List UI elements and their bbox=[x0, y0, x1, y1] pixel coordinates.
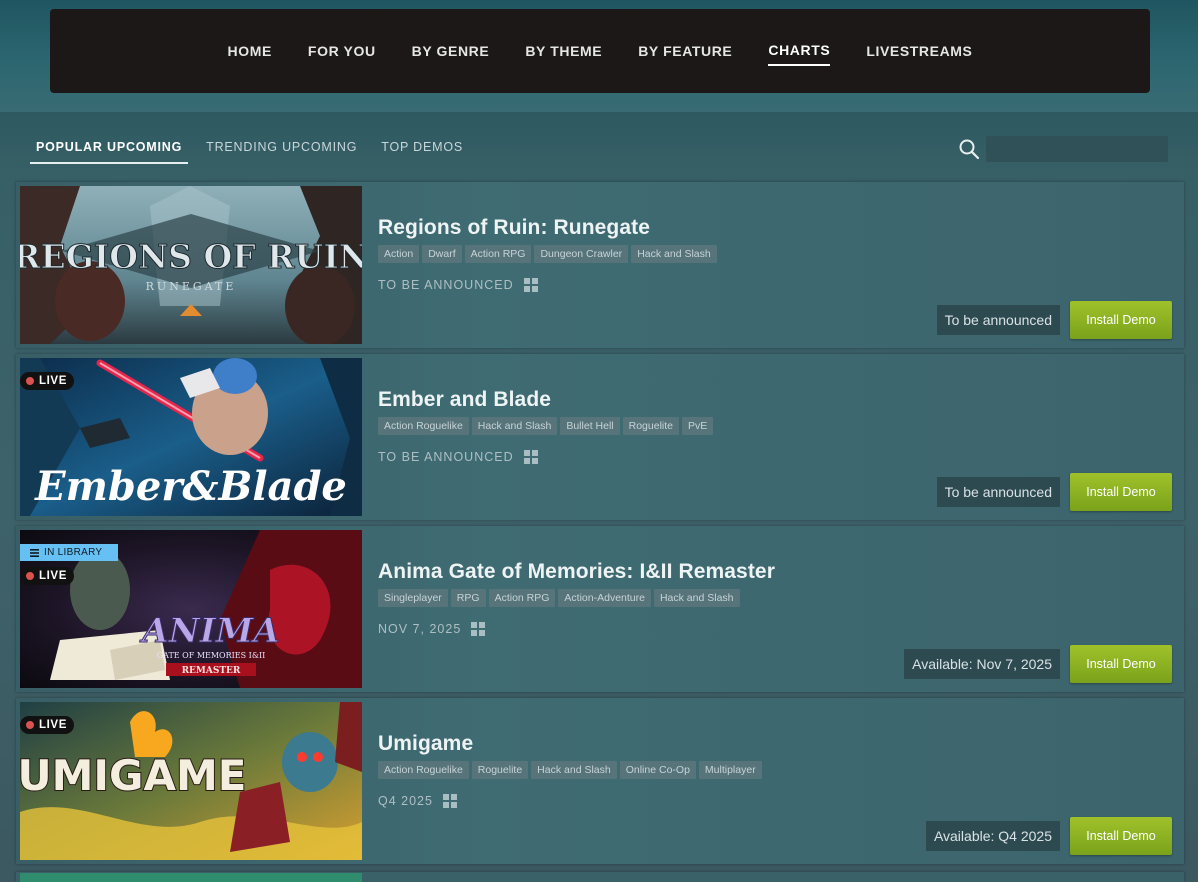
game-logo-text: ANIMA bbox=[139, 611, 279, 651]
release-date: TO BE ANNOUNCED bbox=[378, 450, 538, 464]
release-date-text: TO BE ANNOUNCED bbox=[378, 278, 514, 292]
install-demo-button[interactable]: Install Demo bbox=[1070, 301, 1172, 339]
release-date: TO BE ANNOUNCED bbox=[378, 278, 538, 292]
in-library-badge: IN LIBRARY bbox=[20, 544, 118, 561]
game-capsule-image[interactable] bbox=[20, 873, 362, 882]
release-status: To be announced bbox=[936, 305, 1060, 335]
tag[interactable]: Roguelite bbox=[471, 761, 529, 779]
live-dot-icon bbox=[26, 721, 34, 729]
tag[interactable]: RPG bbox=[450, 589, 486, 607]
tag[interactable]: Hack and Slash bbox=[471, 417, 558, 435]
tag[interactable]: Roguelite bbox=[622, 417, 679, 435]
game-logo-subtext: GATE OF MEMORIES I&II bbox=[157, 651, 266, 660]
game-title[interactable]: Umigame bbox=[378, 732, 473, 756]
game-logo-text: UMIGAME bbox=[20, 751, 247, 800]
nav-charts[interactable]: CHARTS bbox=[768, 42, 831, 66]
game-row[interactable]: UMIGAME LIVE Umigame Action Roguelike Ro… bbox=[16, 698, 1184, 864]
game-row[interactable]: Ember&Blade LIVE Ember and Blade Action … bbox=[16, 354, 1184, 520]
tag-list: Action Dwarf Action RPG Dungeon Crawler … bbox=[378, 245, 717, 263]
windows-icon bbox=[523, 450, 538, 464]
tag[interactable]: Dungeon Crawler bbox=[534, 245, 629, 263]
game-capsule-image[interactable]: Ember&Blade LIVE bbox=[20, 358, 362, 516]
live-label: LIVE bbox=[39, 719, 67, 731]
release-status: To be announced bbox=[936, 477, 1060, 507]
tag-list: Action Roguelike Roguelite Hack and Slas… bbox=[378, 761, 762, 779]
tag[interactable]: Hack and Slash bbox=[531, 761, 617, 779]
game-row[interactable]: ANIMA GATE OF MEMORIES I&II REMASTER IN … bbox=[16, 526, 1184, 692]
game-logo-subtext: RUNEGATE bbox=[146, 280, 237, 293]
tag[interactable]: Bullet Hell bbox=[560, 417, 620, 435]
game-logo-subtext2: REMASTER bbox=[182, 666, 241, 676]
game-title[interactable]: Ember and Blade bbox=[378, 388, 551, 412]
release-status: Available: Q4 2025 bbox=[925, 821, 1060, 851]
tab-popular-upcoming[interactable]: POPULAR UPCOMING bbox=[30, 138, 189, 164]
nav-livestreams[interactable]: LIVESTREAMS bbox=[866, 43, 972, 65]
live-label: LIVE bbox=[39, 570, 67, 582]
tag[interactable]: Singleplayer bbox=[378, 589, 448, 607]
windows-icon bbox=[442, 794, 457, 808]
library-icon bbox=[30, 548, 39, 557]
windows-icon bbox=[471, 622, 486, 636]
game-logo-text: Ember&Blade bbox=[34, 463, 347, 510]
release-date-text: Q4 2025 bbox=[378, 794, 433, 808]
tab-top-demos[interactable]: TOP DEMOS bbox=[375, 138, 469, 164]
live-badge[interactable]: LIVE bbox=[20, 372, 74, 390]
tag[interactable]: Online Co-Op bbox=[619, 761, 696, 779]
game-title[interactable]: Anima Gate of Memories: I&II Remaster bbox=[378, 560, 775, 584]
nav-by-feature[interactable]: BY FEATURE bbox=[638, 43, 732, 65]
tag[interactable]: Dwarf bbox=[422, 245, 462, 263]
game-row-partial[interactable] bbox=[16, 872, 1184, 882]
game-row[interactable]: REGIONS OF RUIN RUNEGATE Regions of Ruin… bbox=[16, 182, 1184, 348]
install-demo-button[interactable]: Install Demo bbox=[1070, 817, 1172, 855]
release-date: Q4 2025 bbox=[378, 794, 457, 808]
tag[interactable]: Action Roguelike bbox=[378, 417, 469, 435]
nav-home[interactable]: HOME bbox=[228, 43, 272, 65]
nav-for-you[interactable]: FOR YOU bbox=[308, 43, 376, 65]
game-logo-text: REGIONS OF RUIN bbox=[20, 237, 362, 276]
release-date-text: NOV 7, 2025 bbox=[378, 622, 462, 636]
tab-trending-upcoming[interactable]: TRENDING UPCOMING bbox=[200, 138, 363, 164]
tag-list: Singleplayer RPG Action RPG Action-Adven… bbox=[378, 589, 740, 607]
tag[interactable]: Action RPG bbox=[488, 589, 556, 607]
tag[interactable]: Multiplayer bbox=[698, 761, 762, 779]
release-status: Available: Nov 7, 2025 bbox=[904, 649, 1060, 679]
tag[interactable]: Action Roguelike bbox=[378, 761, 469, 779]
release-date: NOV 7, 2025 bbox=[378, 622, 486, 636]
nav-by-theme[interactable]: BY THEME bbox=[525, 43, 602, 65]
top-navigation: HOME FOR YOU BY GENRE BY THEME BY FEATUR… bbox=[50, 9, 1150, 93]
live-dot-icon bbox=[26, 377, 34, 385]
tag[interactable]: Action RPG bbox=[464, 245, 532, 263]
tag[interactable]: PvE bbox=[682, 417, 714, 435]
live-label: LIVE bbox=[39, 375, 67, 387]
live-badge[interactable]: LIVE bbox=[20, 716, 74, 734]
in-library-label: IN LIBRARY bbox=[44, 547, 103, 558]
game-title[interactable]: Regions of Ruin: Runegate bbox=[378, 216, 650, 240]
tag[interactable]: Hack and Slash bbox=[631, 245, 717, 263]
install-demo-button[interactable]: Install Demo bbox=[1070, 645, 1172, 683]
game-capsule-image[interactable]: REGIONS OF RUIN RUNEGATE bbox=[20, 186, 362, 344]
live-dot-icon bbox=[26, 572, 34, 580]
live-badge[interactable]: LIVE bbox=[20, 567, 74, 585]
tag[interactable]: Action bbox=[378, 245, 420, 263]
windows-icon bbox=[523, 278, 538, 292]
tag[interactable]: Action-Adventure bbox=[558, 589, 651, 607]
search-icon[interactable] bbox=[958, 138, 980, 160]
game-capsule-image[interactable]: ANIMA GATE OF MEMORIES I&II REMASTER IN … bbox=[20, 530, 362, 688]
tag[interactable]: Hack and Slash bbox=[653, 589, 740, 607]
search-input[interactable] bbox=[986, 136, 1168, 162]
game-capsule-image[interactable]: UMIGAME LIVE bbox=[20, 702, 362, 860]
install-demo-button[interactable]: Install Demo bbox=[1070, 473, 1172, 511]
tag-list: Action Roguelike Hack and Slash Bullet H… bbox=[378, 417, 714, 435]
nav-by-genre[interactable]: BY GENRE bbox=[412, 43, 490, 65]
release-date-text: TO BE ANNOUNCED bbox=[378, 450, 514, 464]
subtab-bar: POPULAR UPCOMING TRENDING UPCOMING TOP D… bbox=[30, 138, 481, 164]
